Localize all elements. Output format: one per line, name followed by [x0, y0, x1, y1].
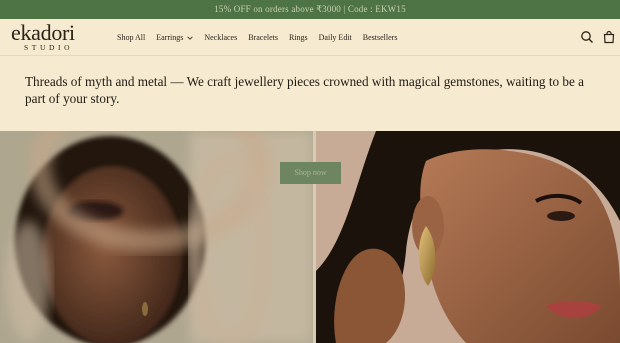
main-nav: Shop All Earrings Necklaces Bracelets Ri…: [117, 19, 408, 56]
hero-tagline: Threads of myth and metal — We craft jew…: [25, 74, 584, 106]
nav-label: Daily Edit: [318, 33, 352, 42]
nav-label: Necklaces: [204, 33, 238, 42]
model-earring-photo: [316, 131, 620, 343]
announcement-text: 15% OFF on orders above ₹3000 | Code : E…: [214, 4, 406, 14]
nav-label: Bestsellers: [362, 33, 398, 42]
chevron-down-icon: [187, 36, 194, 40]
nav-item-shop-all[interactable]: Shop All: [117, 33, 145, 42]
nav-label: Rings: [288, 33, 308, 42]
nav-item-bestsellers[interactable]: Bestsellers: [363, 33, 398, 42]
nav-label: Shop All: [117, 33, 146, 42]
site-header: ekadori STUDIO Shop All Earrings Necklac…: [0, 19, 620, 56]
hero-image-left: [0, 131, 313, 343]
nav-item-earrings[interactable]: Earrings: [156, 33, 194, 42]
hero-image-right: [316, 131, 620, 343]
nav-item-necklaces[interactable]: Necklaces: [204, 33, 237, 42]
nav-item-rings[interactable]: Rings: [289, 33, 308, 42]
nav-label: Bracelets: [248, 33, 278, 42]
nav-item-daily-edit[interactable]: Daily Edit: [319, 33, 352, 42]
announcement-bar: 15% OFF on orders above ₹3000 | Code : E…: [0, 0, 620, 19]
brand-subtitle: STUDIO: [24, 43, 74, 52]
model-mirror-photo: [0, 131, 313, 343]
brand-logo[interactable]: ekadori STUDIO: [11, 20, 91, 55]
search-icon[interactable]: [580, 30, 594, 44]
brand-name: ekadori: [11, 20, 75, 45]
cart-icon[interactable]: [602, 30, 616, 44]
shop-now-button[interactable]: Shop now: [280, 162, 341, 184]
nav-label: Earrings: [156, 33, 184, 42]
nav-item-bracelets[interactable]: Bracelets: [248, 33, 278, 42]
